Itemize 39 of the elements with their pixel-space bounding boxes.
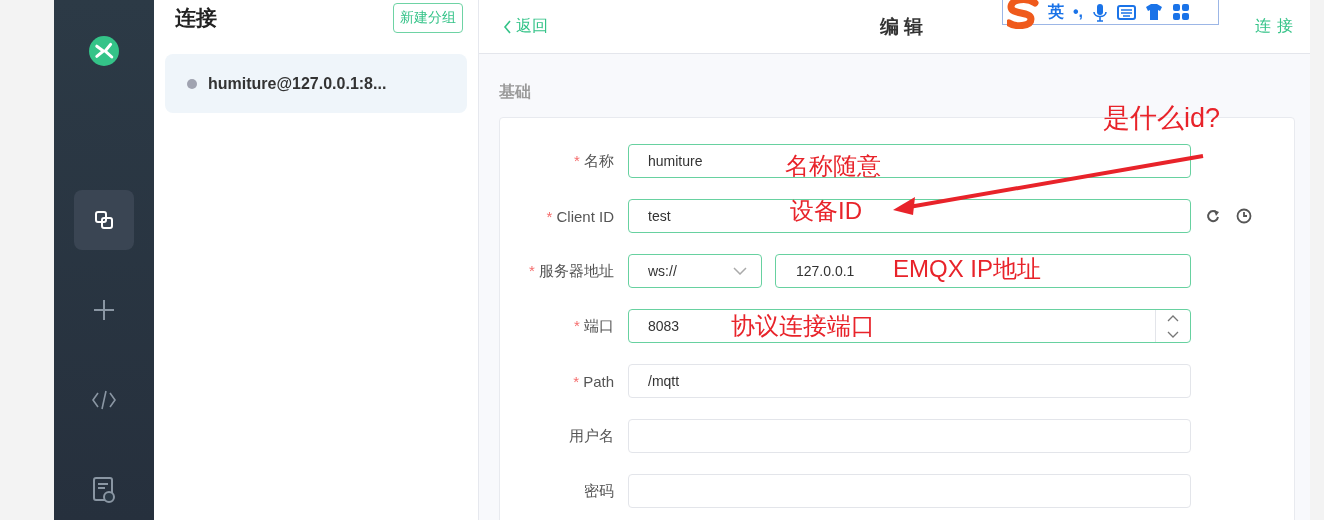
annotation-note: 设备ID bbox=[790, 196, 862, 226]
annotation-note: EMQX IP地址 bbox=[893, 254, 1042, 284]
connection-name: humiture@127.0.0.1:8... bbox=[208, 74, 387, 93]
annotation-note: 名称随意 bbox=[785, 151, 881, 181]
chevron-down-icon[interactable] bbox=[1167, 330, 1179, 338]
refresh-icon[interactable] bbox=[1206, 209, 1220, 223]
field-label: * Client ID bbox=[545, 207, 615, 225]
code-icon bbox=[91, 389, 117, 411]
field-label: * 端口 bbox=[573, 316, 615, 336]
clock-icon[interactable] bbox=[1236, 208, 1252, 224]
language-indicator[interactable]: 英 bbox=[1048, 1, 1064, 23]
panel-title: 连接 bbox=[175, 5, 217, 31]
field-label: * 服务器地址 bbox=[528, 261, 615, 281]
page-title: 编 辑 bbox=[879, 14, 923, 39]
chevron-down-icon bbox=[733, 267, 747, 275]
annotation-note: 是什么id? bbox=[1103, 102, 1221, 135]
microphone-icon[interactable] bbox=[1092, 2, 1109, 22]
punctuation-indicator[interactable]: •, bbox=[1073, 3, 1084, 21]
annotation-note: 协议连接端口 bbox=[731, 311, 875, 341]
chevron-up-icon[interactable] bbox=[1167, 314, 1179, 322]
log-icon bbox=[93, 477, 115, 503]
input-field[interactable]: /mqtt bbox=[628, 364, 1191, 398]
input-field[interactable] bbox=[628, 474, 1191, 508]
input-field[interactable] bbox=[628, 419, 1191, 453]
field-label: * 名称 bbox=[573, 151, 615, 171]
shirt-icon[interactable] bbox=[1145, 3, 1164, 21]
connections-icon bbox=[94, 210, 114, 230]
field-label: 用户名 bbox=[568, 426, 615, 446]
section-title: 基础 bbox=[499, 82, 532, 102]
field-label: * Path bbox=[572, 372, 615, 390]
field-label: 密码 bbox=[583, 481, 615, 501]
chevron-left-icon bbox=[503, 19, 512, 34]
keyboard-icon[interactable] bbox=[1117, 3, 1137, 21]
protocol-select[interactable]: ws:// bbox=[628, 254, 762, 288]
connection-item[interactable]: humiture@127.0.0.1:8... bbox=[165, 54, 467, 113]
nav-item[interactable] bbox=[74, 190, 134, 250]
plus-icon bbox=[93, 299, 115, 321]
ime-logo bbox=[1007, 0, 1039, 29]
grid-icon[interactable] bbox=[1172, 3, 1191, 21]
